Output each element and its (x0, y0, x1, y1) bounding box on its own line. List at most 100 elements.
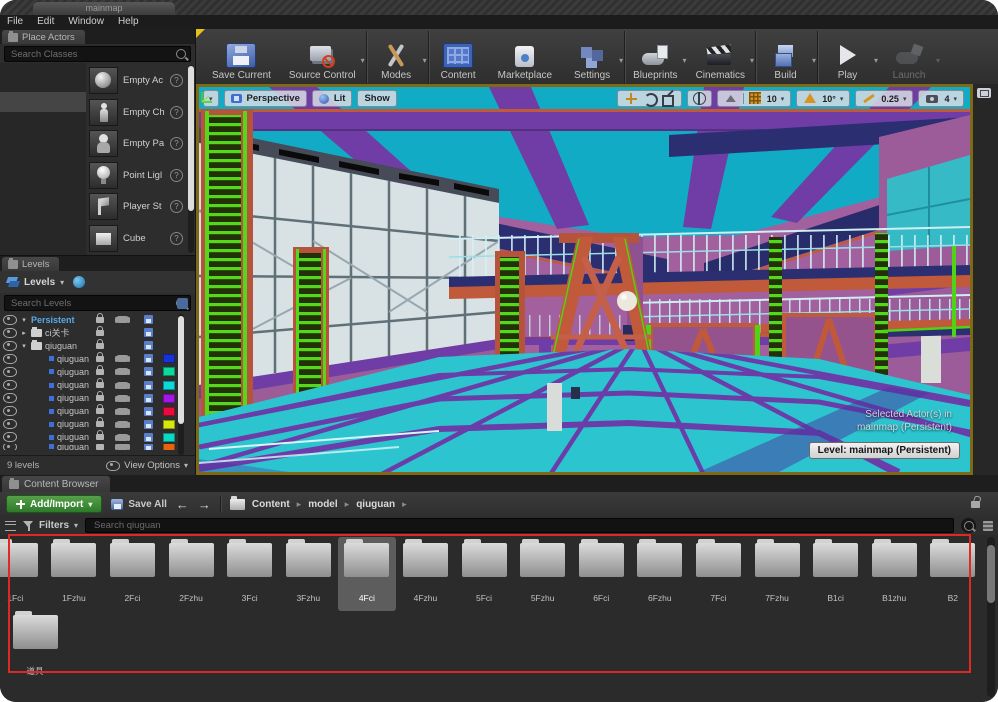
folder-tile[interactable]: 1Fci (0, 537, 45, 611)
folder-tile[interactable]: 2Fci (103, 537, 162, 611)
window-title-tab[interactable]: mainmap (33, 2, 175, 15)
menu-item[interactable]: Window (68, 15, 104, 29)
save-level-icon[interactable] (144, 394, 153, 403)
lock-icon[interactable] (96, 343, 104, 349)
saved-search-icon[interactable] (177, 298, 188, 309)
expand-arrow-icon[interactable] (20, 316, 28, 324)
help-badge-icon[interactable]: ? (170, 232, 183, 245)
place-actor-item[interactable]: Cube ? (86, 223, 195, 255)
folder-tile[interactable]: 1Fzhu (45, 537, 104, 611)
camera-speed-icon[interactable] (925, 92, 940, 105)
category-item[interactable] (0, 133, 86, 154)
eye-visibility-icon[interactable] (3, 393, 17, 403)
lit-button[interactable]: Lit (312, 90, 353, 107)
save-level-icon[interactable] (144, 367, 153, 376)
level-color-swatch[interactable] (163, 381, 175, 390)
lock-icon[interactable] (96, 330, 104, 336)
perspective-button[interactable]: Perspective (224, 90, 307, 107)
help-badge-icon[interactable]: ? (170, 137, 183, 150)
folder-tile[interactable]: B1ci (806, 537, 865, 611)
gamepad-icon[interactable] (116, 316, 129, 323)
chevron-down-icon[interactable]: ▾ (750, 56, 754, 65)
show-button[interactable]: Show (357, 90, 396, 107)
gamepad-icon[interactable] (116, 395, 129, 402)
save-level-icon[interactable] (144, 354, 153, 363)
search-classes-box[interactable] (4, 46, 191, 62)
category-item[interactable] (0, 112, 86, 133)
chevron-down-icon[interactable]: ▾ (903, 95, 907, 103)
folder-tile[interactable]: 6Fci (572, 537, 631, 611)
gamepad-icon[interactable] (116, 434, 129, 441)
world-space-toggle[interactable] (687, 90, 712, 107)
scale-tool-icon[interactable] (660, 92, 675, 105)
help-badge-icon[interactable]: ? (170, 169, 183, 182)
folder-tile[interactable]: B2 (924, 537, 983, 611)
nav-forward-button[interactable]: → (198, 498, 211, 511)
folder-tile[interactable]: B1zhu (865, 537, 924, 611)
folder-tile[interactable]: 2Fzhu (162, 537, 221, 611)
levels-tab[interactable]: Levels (2, 257, 59, 271)
eye-visibility-icon[interactable] (3, 419, 17, 429)
move-tool-icon[interactable] (624, 92, 639, 105)
level-color-swatch[interactable] (163, 354, 175, 363)
level-row[interactable]: qiuguan (0, 418, 195, 431)
chevron-down-icon[interactable]: ▾ (423, 56, 427, 65)
gamepad-icon[interactable] (116, 408, 129, 415)
levels-dropdown-button[interactable]: Levels ▾ (7, 277, 64, 288)
lock-icon[interactable] (96, 408, 104, 414)
gamepad-icon[interactable] (116, 355, 129, 362)
toolbar-button[interactable]: Play ▾ (817, 31, 879, 83)
save-level-icon[interactable] (144, 381, 153, 390)
eye-visibility-icon[interactable] (3, 367, 17, 377)
rotation-snap-icon[interactable] (803, 92, 818, 105)
chevron-down-icon[interactable]: ▾ (812, 56, 816, 65)
level-row[interactable]: qiuguan (0, 444, 195, 450)
level-row[interactable]: qiuguan (0, 405, 195, 418)
search-assets-box[interactable] (85, 518, 954, 533)
help-badge-icon[interactable]: ? (170, 200, 183, 213)
level-color-swatch[interactable] (163, 367, 175, 376)
menu-item[interactable]: File (7, 15, 23, 29)
search-assets-input[interactable] (92, 519, 947, 532)
breadcrumb-content[interactable]: Content (252, 499, 290, 510)
save-all-button[interactable]: Save All (111, 499, 167, 510)
place-actor-item[interactable]: Point Ligl ? (86, 160, 195, 192)
level-row[interactable]: qiuguan (0, 352, 195, 365)
save-level-icon[interactable] (144, 315, 153, 324)
search-levels-input[interactable] (9, 297, 176, 310)
viewport-3d-scene[interactable] (199, 87, 970, 472)
lock-icon[interactable] (96, 444, 104, 450)
gamepad-icon[interactable] (116, 382, 129, 389)
level-row[interactable]: ci关卡 (0, 326, 195, 339)
chevron-down-icon[interactable]: ▾ (840, 95, 844, 103)
toolbar-button[interactable]: Marketplace ▾ (490, 31, 562, 83)
level-color-swatch[interactable] (163, 444, 175, 450)
category-item[interactable] (0, 71, 86, 92)
lock-icon[interactable] (96, 434, 104, 440)
toolbar-button[interactable]: Content ▾ (428, 31, 490, 83)
folder-tile[interactable]: 4Fzhu (396, 537, 455, 611)
chevron-down-icon[interactable]: ▾ (953, 95, 957, 103)
toolbar-button[interactable]: Build ▾ (755, 31, 817, 83)
category-item[interactable] (0, 174, 86, 195)
level-row[interactable]: qiuguan (0, 378, 195, 391)
eye-visibility-icon[interactable] (3, 341, 17, 351)
place-actor-item[interactable]: Empty Pa ? (86, 128, 195, 160)
save-level-icon[interactable] (144, 420, 153, 429)
category-item[interactable] (0, 194, 86, 215)
filters-button[interactable]: Filters ▾ (23, 520, 78, 531)
lock-icon[interactable] (96, 369, 104, 375)
eye-visibility-icon[interactable] (3, 315, 17, 325)
menu-item[interactable]: Edit (37, 15, 54, 29)
expand-arrow-icon[interactable] (20, 329, 28, 337)
category-item[interactable] (0, 215, 86, 236)
current-level-badge[interactable]: Level: mainmap (Persistent) (809, 442, 960, 459)
scale-snap-value[interactable]: 0.25 (881, 94, 899, 104)
lock-icon[interactable] (96, 382, 104, 388)
nav-back-button[interactable]: ← (176, 498, 189, 511)
help-badge-icon[interactable]: ? (170, 106, 183, 119)
lock-icon[interactable] (96, 395, 104, 401)
breadcrumb-qiuguan[interactable]: qiuguan (356, 499, 395, 510)
folder-tile[interactable]: 5Fci (455, 537, 514, 611)
gamepad-icon[interactable] (116, 444, 129, 450)
